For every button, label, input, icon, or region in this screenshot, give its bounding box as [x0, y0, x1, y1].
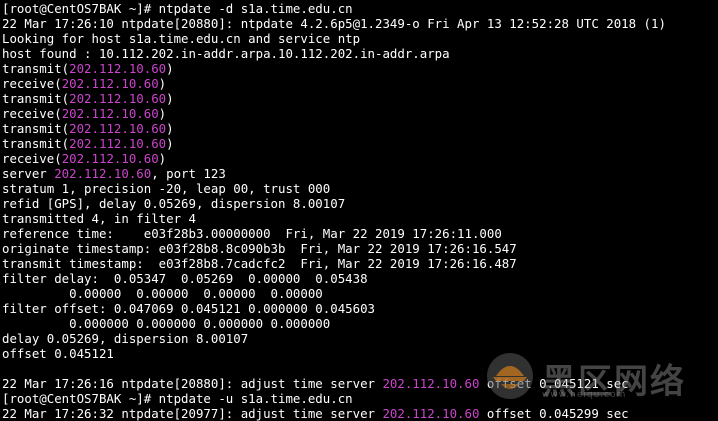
terminal-text: , port 123 [151, 166, 226, 181]
ip-address: 202.112.10.60 [61, 76, 159, 91]
ip-address: 202.112.10.60 [69, 91, 167, 106]
ip-address: 202.112.10.60 [54, 166, 152, 181]
terminal-text: reference time: e03f28b3.00000000 Fri, M… [2, 226, 502, 241]
terminal-window[interactable]: [root@CentOS7BAK ~]# ntpdate -d s1a.time… [0, 0, 718, 421]
terminal-text: receive( [2, 106, 62, 121]
terminal-text: 0.000000 0.000000 0.000000 0.000000 [2, 316, 331, 331]
terminal-line: receive(202.112.10.60) [2, 106, 718, 121]
terminal-line: originate timestamp: e03f28b8.8c090b3b F… [2, 241, 718, 256]
terminal-text: 22 Mar 17:26:10 ntpdate[20880]: ntpdate … [2, 16, 666, 31]
terminal-text: ) [158, 106, 167, 121]
terminal-line: host found : 10.112.202.in-addr.arpa.10.… [2, 46, 718, 61]
terminal-text: transmit( [2, 136, 70, 151]
terminal-text: transmit timestamp: e03f28b8.7cadcfc2 Fr… [2, 256, 517, 271]
terminal-line: receive(202.112.10.60) [2, 76, 718, 91]
terminal-line: receive(202.112.10.60) [2, 151, 718, 166]
terminal-line: stratum 1, precision -20, leap 00, trust… [2, 181, 718, 196]
terminal-text: filter delay: 0.05347 0.05269 0.00000 0.… [2, 271, 368, 286]
terminal-text: ) [158, 151, 167, 166]
terminal-text: ) [166, 61, 174, 76]
terminal-text: offset 0.045121 sec [479, 376, 629, 391]
terminal-text: ) [166, 91, 174, 106]
terminal-line: 0.00000 0.00000 0.00000 0.00000 [2, 286, 718, 301]
terminal-line: [root@CentOS7BAK ~]# ntpdate -u s1a.time… [2, 391, 718, 406]
terminal-text: [root@CentOS7BAK ~]# ntpdate -u s1a.time… [2, 391, 353, 406]
terminal-line: delay 0.05269, dispersion 8.00107 [2, 331, 718, 346]
terminal-text: 22 Mar 17:26:32 ntpdate[20977]: adjust t… [2, 406, 383, 421]
terminal-text: originate timestamp: e03f28b8.8c090b3b F… [2, 241, 517, 256]
terminal-line: transmit timestamp: e03f28b8.7cadcfc2 Fr… [2, 256, 718, 271]
terminal-line: filter delay: 0.05347 0.05269 0.00000 0.… [2, 271, 718, 286]
terminal-text: receive( [2, 151, 62, 166]
ip-address: 202.112.10.60 [69, 61, 167, 76]
terminal-text: delay 0.05269, dispersion 8.00107 [2, 331, 249, 346]
terminal-text: ) [166, 136, 174, 151]
terminal-text: ) [158, 76, 167, 91]
terminal-text: Looking for host s1a.time.edu.cn and ser… [2, 31, 361, 46]
terminal-line: transmit(202.112.10.60) [2, 91, 718, 106]
terminal-text: refid [GPS], delay 0.05269, dispersion 8… [2, 196, 346, 211]
terminal-line: 22 Mar 17:26:32 ntpdate[20977]: adjust t… [2, 406, 718, 421]
terminal-text: [root@CentOS7BAK ~]# ntpdate -d s1a.time… [2, 1, 353, 16]
terminal-text: 22 Mar 17:26:16 ntpdate[20880]: adjust t… [2, 376, 383, 391]
terminal-text: offset 0.045121 [2, 346, 114, 361]
terminal-text: receive( [2, 76, 62, 91]
terminal-text: 0.00000 0.00000 0.00000 0.00000 [2, 286, 323, 301]
terminal-line: transmit(202.112.10.60) [2, 61, 718, 76]
terminal-text: offset 0.045299 sec [479, 406, 629, 421]
terminal-line: transmit(202.112.10.60) [2, 121, 718, 136]
terminal-line: 22 Mar 17:26:16 ntpdate[20880]: adjust t… [2, 376, 718, 391]
terminal-text: filter offset: 0.047069 0.045121 0.00000… [2, 301, 375, 316]
terminal-line: transmitted 4, in filter 4 [2, 211, 718, 226]
terminal-line: offset 0.045121 [2, 346, 718, 361]
terminal-text: server [2, 166, 55, 181]
ip-address: 202.112.10.60 [382, 406, 480, 421]
ip-address: 202.112.10.60 [61, 106, 159, 121]
terminal-line: refid [GPS], delay 0.05269, dispersion 8… [2, 196, 718, 211]
terminal-text: ) [166, 121, 174, 136]
ip-address: 202.112.10.60 [69, 136, 167, 151]
terminal-line: Looking for host s1a.time.edu.cn and ser… [2, 31, 718, 46]
terminal-text: transmit( [2, 61, 70, 76]
terminal-line: filter offset: 0.047069 0.045121 0.00000… [2, 301, 718, 316]
terminal-text: stratum 1, precision -20, leap 00, trust… [2, 181, 331, 196]
terminal-text: transmitted 4, in filter 4 [2, 211, 196, 226]
terminal-line: server 202.112.10.60, port 123 [2, 166, 718, 181]
terminal-line: [root@CentOS7BAK ~]# ntpdate -d s1a.time… [2, 1, 718, 16]
terminal-text: transmit( [2, 121, 70, 136]
terminal-line: reference time: e03f28b3.00000000 Fri, M… [2, 226, 718, 241]
ip-address: 202.112.10.60 [382, 376, 480, 391]
terminal-text: host found : 10.112.202.in-addr.arpa.10.… [2, 46, 450, 61]
terminal-text: transmit( [2, 91, 70, 106]
terminal-line: 0.000000 0.000000 0.000000 0.000000 [2, 316, 718, 331]
terminal-line: transmit(202.112.10.60) [2, 136, 718, 151]
ip-address: 202.112.10.60 [69, 121, 167, 136]
terminal-line: 22 Mar 17:26:10 ntpdate[20880]: ntpdate … [2, 16, 718, 31]
ip-address: 202.112.10.60 [61, 151, 159, 166]
